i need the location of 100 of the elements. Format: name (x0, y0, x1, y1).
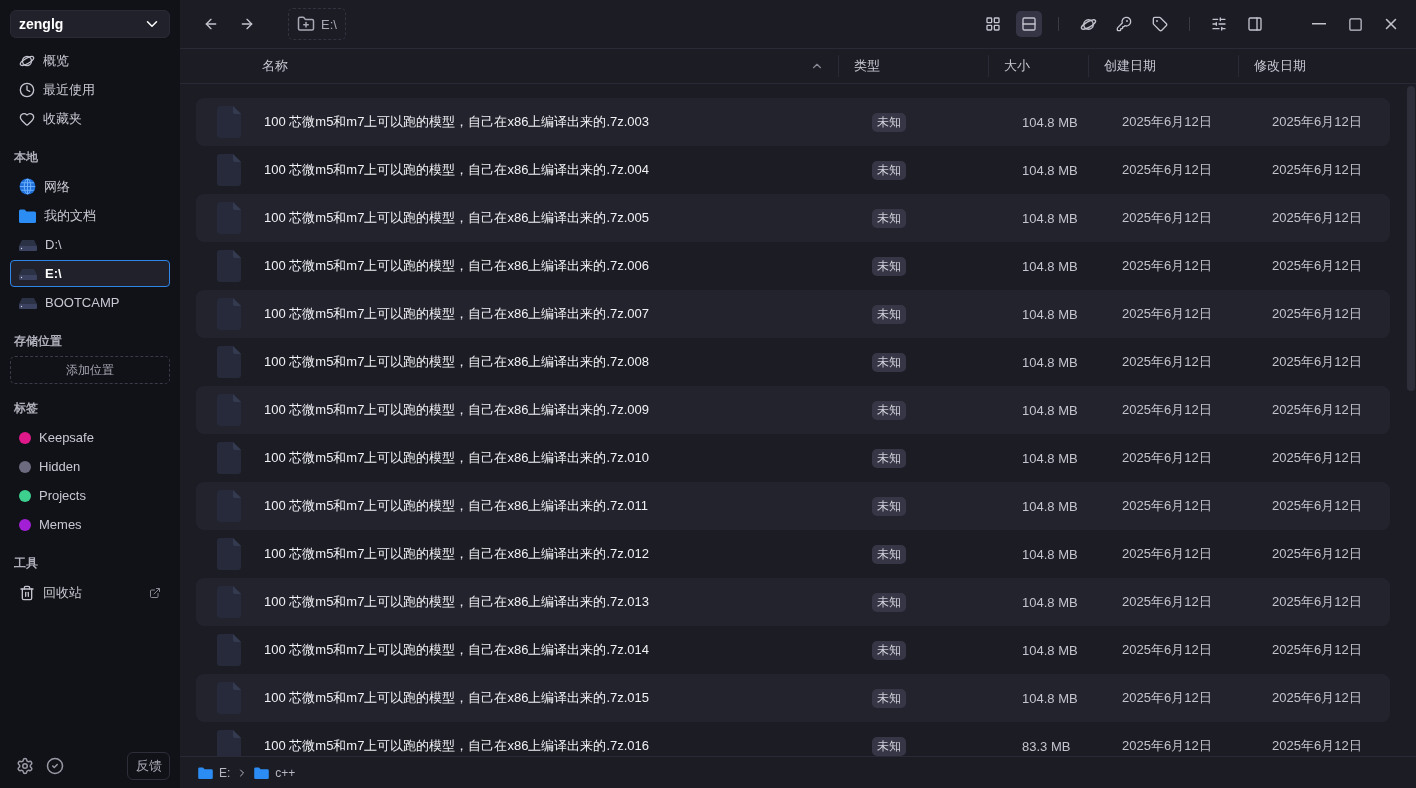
file-row[interactable]: 100 芯微m5和m7上可以跑的模型，自己在x86上编译出来的.7z.012 未知 104.8 MB 2025年6月12日 2025年6月12日 (196, 530, 1390, 578)
date-cell-text: 2025年6月12日 (1271, 113, 1363, 131)
type-badge: 未知 (872, 688, 906, 708)
trash-icon (19, 584, 35, 601)
file-row[interactable]: 100 芯微m5和m7上可以跑的模型，自己在x86上编译出来的.7z.010 未知 104.8 MB 2025年6月12日 2025年6月12日 (196, 434, 1390, 482)
date-cell-text: 2025年6月12日 (1121, 593, 1213, 611)
external-link-icon (149, 586, 161, 599)
date-cell-text: 2025年6月12日 (1271, 497, 1363, 515)
file-icon (217, 490, 241, 522)
date-cell-text: 2025年6月12日 (1271, 641, 1363, 659)
file-name: 100 芯微m5和m7上可以跑的模型，自己在x86上编译出来的.7z.008 (263, 353, 651, 371)
date-cell-text: 2025年6月12日 (1121, 353, 1213, 371)
file-row[interactable]: 100 芯微m5和m7上可以跑的模型，自己在x86上编译出来的.7z.013 未知 104.8 MB 2025年6月12日 2025年6月12日 (196, 578, 1390, 626)
column-header[interactable]: 修改日期 (1238, 55, 1416, 77)
size-cell-text: 104.8 MB (1021, 594, 1079, 610)
sidebar-item[interactable]: 回收站 (10, 579, 170, 606)
file-row[interactable]: 100 芯微m5和m7上可以跑的模型，自己在x86上编译出来的.7z.007 未知 104.8 MB 2025年6月12日 2025年6月12日 (196, 290, 1390, 338)
sidebar-item[interactable]: D:\ (10, 231, 170, 258)
tag-item[interactable]: Memes (10, 511, 170, 538)
type-badge: 未知 (872, 544, 906, 564)
type-badge: 未知 (872, 496, 906, 516)
sidebar-item[interactable]: 我的文档 (10, 202, 170, 229)
file-row[interactable]: 100 芯微m5和m7上可以跑的模型，自己在x86上编译出来的.7z.005 未知 104.8 MB 2025年6月12日 2025年6月12日 (196, 194, 1390, 242)
file-name: 100 芯微m5和m7上可以跑的模型，自己在x86上编译出来的.7z.011 (263, 497, 650, 515)
date-cell-text: 2025年6月12日 (1121, 737, 1213, 755)
type-badge: 未知 (872, 736, 906, 756)
date-cell-text: 2025年6月12日 (1121, 641, 1213, 659)
feedback-button[interactable]: 反馈 (127, 752, 170, 780)
date-cell-text: 2025年6月12日 (1121, 161, 1213, 179)
file-name: 100 芯微m5和m7上可以跑的模型，自己在x86上编译出来的.7z.010 (263, 449, 651, 467)
column-header[interactable]: 大小 (988, 55, 1088, 77)
file-row[interactable]: 100 芯微m5和m7上可以跑的模型，自己在x86上编译出来的.7z.008 未知 104.8 MB 2025年6月12日 2025年6月12日 (196, 338, 1390, 386)
date-cell-text: 2025年6月12日 (1271, 593, 1363, 611)
sidebar-item[interactable]: 收藏夹 (10, 105, 170, 132)
settings-icon[interactable] (16, 757, 34, 775)
file-icon (217, 538, 241, 570)
drive-icon (19, 296, 37, 309)
size-cell-text: 104.8 MB (1021, 642, 1079, 658)
drive-icon (19, 267, 37, 280)
file-icon (217, 202, 241, 234)
file-row[interactable]: 100 芯微m5和m7上可以跑的模型，自己在x86上编译出来的.7z.015 未知 104.8 MB 2025年6月12日 2025年6月12日 (196, 674, 1390, 722)
file-name: 100 芯微m5和m7上可以跑的模型，自己在x86上编译出来的.7z.003 (263, 113, 651, 131)
file-icon (217, 298, 241, 330)
folder-plus-icon (297, 15, 315, 33)
file-name: 100 芯微m5和m7上可以跑的模型，自己在x86上编译出来的.7z.013 (263, 593, 651, 611)
path-chip[interactable]: E:\ (288, 8, 346, 40)
tag-item[interactable]: Projects (10, 482, 170, 509)
add-location-button[interactable]: 添加位置 (10, 356, 170, 384)
view-toggle-button[interactable] (1016, 11, 1042, 37)
column-header[interactable]: 创建日期 (1088, 55, 1238, 77)
tag-item[interactable]: Keepsafe (10, 424, 170, 451)
file-icon (217, 442, 241, 474)
file-name: 100 芯微m5和m7上可以跑的模型，自己在x86上编译出来的.7z.016 (263, 737, 651, 755)
check-circle-icon[interactable] (46, 757, 64, 775)
list-icon (1021, 16, 1037, 32)
account-selector[interactable]: zenglg (10, 10, 170, 38)
sliders-icon (1211, 16, 1227, 32)
file-name: 100 芯微m5和m7上可以跑的模型，自己在x86上编译出来的.7z.012 (263, 545, 651, 563)
date-cell-text: 2025年6月12日 (1271, 209, 1363, 227)
type-badge: 未知 (872, 304, 906, 324)
date-cell-text: 2025年6月12日 (1121, 113, 1213, 131)
drive-icon (19, 238, 37, 251)
file-row[interactable]: 100 芯微m5和m7上可以跑的模型，自己在x86上编译出来的.7z.011 未知 104.8 MB 2025年6月12日 2025年6月12日 (196, 482, 1390, 530)
file-row[interactable]: 100 芯微m5和m7上可以跑的模型，自己在x86上编译出来的.7z.014 未知 104.8 MB 2025年6月12日 2025年6月12日 (196, 626, 1390, 674)
file-name: 100 芯微m5和m7上可以跑的模型，自己在x86上编译出来的.7z.006 (263, 257, 651, 275)
breadcrumb-item[interactable]: E: (219, 765, 231, 780)
file-name: 100 芯微m5和m7上可以跑的模型，自己在x86上编译出来的.7z.007 (263, 305, 651, 323)
breadcrumb-item[interactable]: c++ (275, 765, 296, 780)
file-name: 100 芯微m5和m7上可以跑的模型，自己在x86上编译出来的.7z.005 (263, 209, 651, 227)
file-row[interactable]: 100 芯微m5和m7上可以跑的模型，自己在x86上编译出来的.7z.004 未知 104.8 MB 2025年6月12日 2025年6月12日 (196, 146, 1390, 194)
date-cell-text: 2025年6月12日 (1271, 737, 1363, 755)
sidebar-item[interactable]: 概览 (10, 47, 170, 74)
file-row[interactable]: 100 芯微m5和m7上可以跑的模型，自己在x86上编译出来的.7z.003 未知 104.8 MB 2025年6月12日 2025年6月12日 (196, 98, 1390, 146)
size-cell-text: 104.8 MB (1021, 258, 1079, 274)
sidebar-item[interactable]: E:\ (10, 260, 170, 287)
size-cell-text: 104.8 MB (1021, 354, 1079, 370)
sidebar-item[interactable]: 最近使用 (10, 76, 170, 103)
size-cell-text: 104.8 MB (1021, 114, 1079, 130)
file-icon (217, 346, 241, 378)
date-cell-text: 2025年6月12日 (1271, 545, 1363, 563)
globe-icon (19, 178, 36, 195)
file-icon (217, 586, 241, 618)
size-cell-text: 104.8 MB (1021, 402, 1079, 418)
file-icon (217, 154, 241, 186)
sidebar-item[interactable]: BOOTCAMP (10, 289, 170, 316)
file-row[interactable]: 100 芯微m5和m7上可以跑的模型，自己在x86上编译出来的.7z.006 未知 104.8 MB 2025年6月12日 2025年6月12日 (196, 242, 1390, 290)
file-row[interactable]: 100 芯微m5和m7上可以跑的模型，自己在x86上编译出来的.7z.009 未知 104.8 MB 2025年6月12日 2025年6月12日 (196, 386, 1390, 434)
date-cell-text: 2025年6月12日 (1121, 449, 1213, 467)
date-cell-text: 2025年6月12日 (1271, 689, 1363, 707)
heart-icon (19, 110, 35, 127)
tag-icon (1152, 16, 1168, 32)
file-icon (217, 106, 241, 138)
section-title: 存储位置 (14, 333, 63, 350)
type-badge: 未知 (872, 448, 906, 468)
column-header[interactable]: 名称 (262, 55, 838, 77)
tag-item[interactable]: Hidden (10, 453, 170, 480)
date-cell-text: 2025年6月12日 (1271, 257, 1363, 275)
column-header[interactable]: 类型 (838, 55, 988, 77)
size-cell-text: 83.3 MB (1021, 738, 1072, 754)
sidebar-item[interactable]: 网络 (10, 173, 170, 200)
